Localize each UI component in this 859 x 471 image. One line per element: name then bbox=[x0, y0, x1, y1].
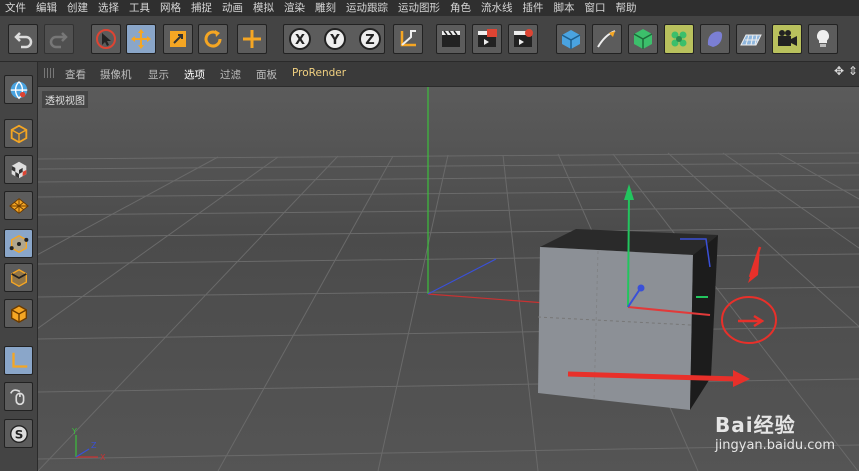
render-view-icon[interactable] bbox=[436, 24, 466, 54]
menu-bar: 文件 编辑 创建 选择 工具 网格 捕捉 动画 模拟 渲染 雕刻 运动跟踪 运动… bbox=[0, 0, 859, 16]
viewport-menu: 查看 摄像机 显示 选项 过滤 面板 ProRender ✥ ⇕ bbox=[38, 62, 859, 87]
viewport-menu-panel[interactable]: 面板 bbox=[256, 67, 277, 82]
svg-text:S: S bbox=[14, 427, 23, 441]
axis-indicator-z: Z bbox=[91, 441, 97, 450]
deformer-icon[interactable] bbox=[700, 24, 730, 54]
menu-file[interactable]: 文件 bbox=[0, 0, 31, 16]
rotate-icon[interactable] bbox=[198, 24, 228, 54]
viewport-menu-options[interactable]: 选项 bbox=[184, 67, 205, 82]
menu-character[interactable]: 角色 bbox=[445, 0, 476, 16]
pen-icon[interactable] bbox=[592, 24, 622, 54]
menu-sculpt[interactable]: 雕刻 bbox=[310, 0, 341, 16]
globe-icon[interactable] bbox=[4, 75, 33, 104]
watermark-brand: Bai经验 bbox=[715, 413, 796, 437]
menu-mesh[interactable]: 网格 bbox=[155, 0, 186, 16]
workplane-icon[interactable] bbox=[4, 191, 33, 220]
menu-snap[interactable]: 捕捉 bbox=[186, 0, 217, 16]
viewport-menu-filter[interactable]: 过滤 bbox=[220, 67, 241, 82]
menu-animate[interactable]: 动画 bbox=[217, 0, 248, 16]
main-toolbar: X Y Z bbox=[0, 16, 859, 62]
light-icon[interactable] bbox=[808, 24, 838, 54]
menu-help[interactable]: 帮助 bbox=[611, 0, 642, 16]
points-mode-icon[interactable] bbox=[4, 229, 33, 258]
viewport-title: 透视视图 bbox=[42, 91, 88, 108]
menu-create[interactable]: 创建 bbox=[62, 0, 93, 16]
tweak-mode-icon[interactable] bbox=[4, 382, 33, 411]
menu-pipeline[interactable]: 流水线 bbox=[476, 0, 518, 16]
floor-icon[interactable] bbox=[736, 24, 766, 54]
world-z-axis bbox=[427, 258, 497, 295]
grip-icon[interactable] bbox=[44, 68, 54, 78]
menu-motion-tracking[interactable]: 运动跟踪 bbox=[341, 0, 393, 16]
menu-tools[interactable]: 工具 bbox=[124, 0, 155, 16]
left-palette: S bbox=[0, 62, 38, 471]
z-axis-label: Z bbox=[365, 33, 374, 48]
x-axis-label: X bbox=[295, 33, 305, 48]
x-axis-icon[interactable]: X bbox=[285, 24, 315, 54]
snap-icon[interactable]: S bbox=[4, 419, 33, 448]
coordinate-system-icon[interactable] bbox=[393, 24, 423, 54]
y-axis-icon[interactable]: Y bbox=[320, 24, 350, 54]
render-picture-viewer-icon[interactable] bbox=[472, 24, 502, 54]
move-icon[interactable] bbox=[126, 24, 156, 54]
viewport-menu-view[interactable]: 查看 bbox=[65, 67, 86, 82]
watermark-url: jingyan.baidu.com bbox=[715, 438, 835, 453]
z-axis-icon[interactable]: Z bbox=[355, 24, 385, 54]
axis-indicator-y: Y bbox=[71, 427, 77, 436]
recent-tool-icon[interactable] bbox=[237, 24, 267, 54]
axis-mode-icon[interactable] bbox=[4, 346, 33, 375]
viewport-menu-display[interactable]: 显示 bbox=[148, 67, 169, 82]
menu-script[interactable]: 脚本 bbox=[549, 0, 580, 16]
menu-select[interactable]: 选择 bbox=[93, 0, 124, 16]
axis-indicator-x: X bbox=[100, 453, 106, 462]
menu-window[interactable]: 窗口 bbox=[580, 0, 611, 16]
watermark: Bai经验 jingyan.baidu.com bbox=[715, 409, 835, 453]
menu-simulate[interactable]: 模拟 bbox=[248, 0, 279, 16]
menu-mograph[interactable]: 运动图形 bbox=[393, 0, 445, 16]
render-settings-icon[interactable] bbox=[508, 24, 538, 54]
viewport-menu-cameras[interactable]: 摄像机 bbox=[100, 67, 132, 82]
menu-render[interactable]: 渲染 bbox=[279, 0, 310, 16]
cloner-icon[interactable] bbox=[664, 24, 694, 54]
scale-icon[interactable] bbox=[163, 24, 193, 54]
subdivision-icon[interactable] bbox=[628, 24, 658, 54]
texture-mode-icon[interactable] bbox=[4, 155, 33, 184]
menu-edit[interactable]: 编辑 bbox=[31, 0, 62, 16]
viewport-menu-prorender[interactable]: ProRender bbox=[292, 67, 346, 79]
model-mode-icon[interactable] bbox=[4, 119, 33, 148]
axis-indicator: Y X Z bbox=[71, 427, 106, 462]
camera-icon[interactable] bbox=[772, 24, 802, 54]
edges-mode-icon[interactable] bbox=[4, 263, 33, 292]
undo-icon[interactable] bbox=[8, 24, 38, 54]
navigation-icons[interactable]: ✥ ⇕ bbox=[834, 64, 858, 78]
redo-icon[interactable] bbox=[44, 24, 74, 54]
menu-plugins[interactable]: 插件 bbox=[518, 0, 549, 16]
polygons-mode-icon[interactable] bbox=[4, 299, 33, 328]
cube-icon[interactable] bbox=[556, 24, 586, 54]
live-select-icon[interactable] bbox=[91, 24, 121, 54]
y-axis-label: Y bbox=[329, 33, 340, 48]
perspective-viewport[interactable]: Y X Z 透视视图 Bai经验 jingyan.baidu.com bbox=[38, 87, 859, 471]
